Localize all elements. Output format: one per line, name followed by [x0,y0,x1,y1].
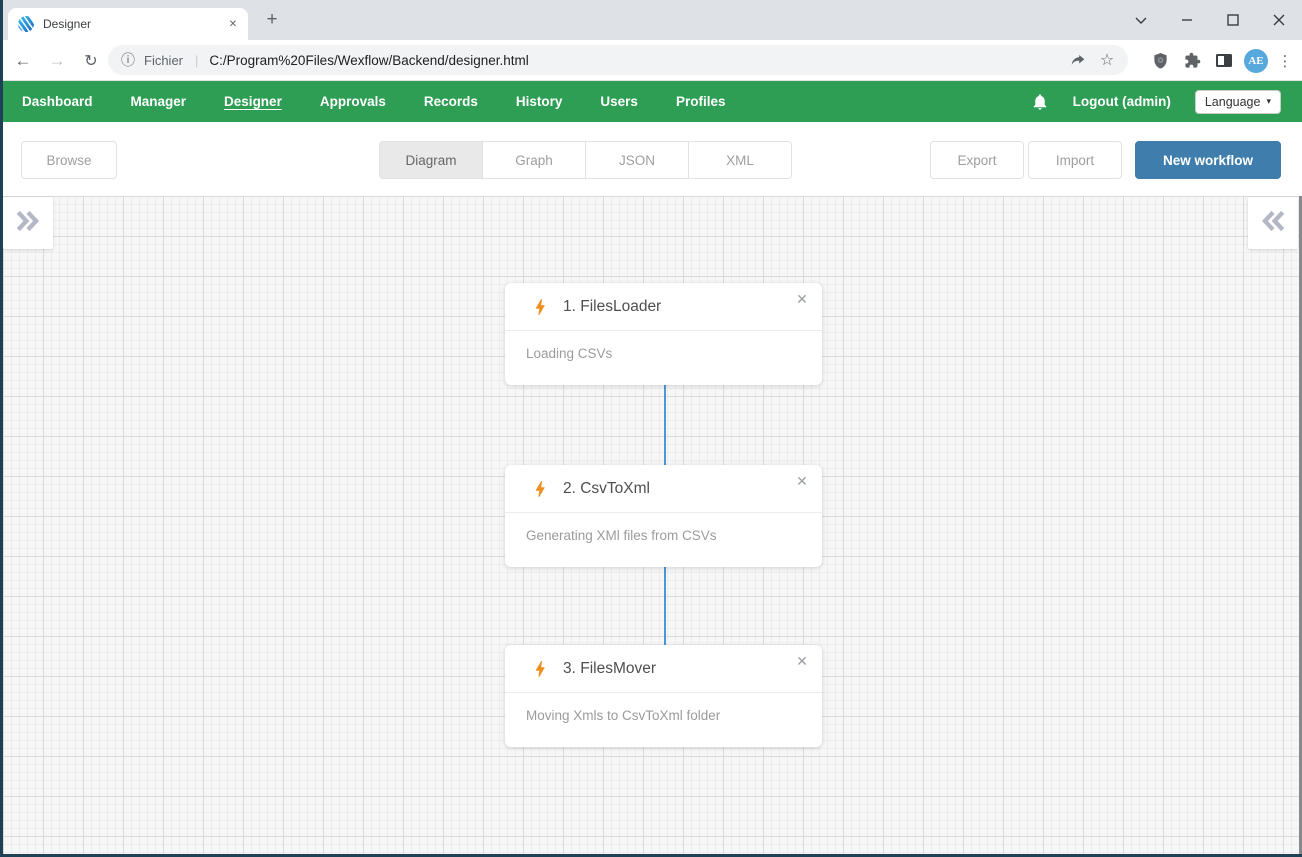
nav-item-profiles[interactable]: Profiles [676,94,726,109]
node-description: Generating XMl files from CSVs [505,513,822,543]
window-maximize-button[interactable] [1210,0,1256,40]
import-button[interactable]: Import [1028,141,1122,179]
node-description: Moving Xmls to CsvToXml folder [505,693,822,723]
workflow-node-filesloader[interactable]: 1. FilesLoader ✕ Loading CSVs [505,283,822,385]
node-header: 2. CsvToXml [505,465,822,513]
caret-down-icon: ▾ [1266,96,1271,107]
node-description: Loading CSVs [505,331,822,361]
browser-right-icons: AE ⋮ [1144,40,1298,81]
adblock-shield-icon[interactable] [1144,45,1176,77]
browse-button[interactable]: Browse [21,141,117,179]
browser-address-bar: ← → ↻ ⓘ Fichier | C:/Program%20Files/Wex… [0,40,1302,81]
nav-item-manager[interactable]: Manager [131,94,187,109]
url-divider: | [195,53,198,68]
notifications-bell-icon[interactable] [1031,93,1049,111]
bookmark-star-icon[interactable]: ☆ [1092,50,1122,70]
omnibox[interactable]: ⓘ Fichier | C:/Program%20Files/Wexflow/B… [108,45,1128,75]
tab-title: Designer [43,17,224,31]
window-controls [1118,0,1302,40]
nav-item-users[interactable]: Users [600,94,638,109]
export-button[interactable]: Export [930,141,1024,179]
window-close-button[interactable] [1256,0,1302,40]
forward-icon: → [40,40,74,81]
extensions-puzzle-icon[interactable] [1176,45,1208,77]
url-text[interactable]: C:/Program%20Files/Wexflow/Backend/desig… [209,53,1062,68]
new-workflow-button[interactable]: New workflow [1135,141,1281,179]
workflow-node-filesmover[interactable]: 3. FilesMover ✕ Moving Xmls to CsvToXml … [505,645,822,747]
url-scheme-label: Fichier [144,53,183,68]
node-close-icon[interactable]: ✕ [793,652,811,670]
designer-toolbar: Browse Diagram Graph JSON XML Export Imp… [0,122,1302,196]
node-header: 3. FilesMover [505,645,822,693]
tab-xml[interactable]: XML [688,141,792,179]
profile-avatar[interactable]: AE [1244,49,1268,73]
browser-menu-icon[interactable]: ⋮ [1272,52,1298,70]
back-icon[interactable]: ← [6,40,40,81]
node-title: 2. CsvToXml [563,480,650,498]
nav-item-records[interactable]: Records [424,94,478,109]
browser-tab[interactable]: Designer ✕ [8,8,248,40]
tab-graph[interactable]: Graph [482,141,586,179]
nav-item-designer[interactable]: Designer [224,94,282,109]
workflow-node-csvtoxml[interactable]: 2. CsvToXml ✕ Generating XMl files from … [505,465,822,567]
task-bolt-icon [530,297,550,317]
node-close-icon[interactable]: ✕ [793,290,811,308]
reload-icon[interactable]: ↻ [74,40,108,81]
node-header: 1. FilesLoader [505,283,822,331]
share-icon[interactable] [1062,52,1092,69]
page-info-icon[interactable]: ⓘ [121,50,135,70]
wexflow-favicon-icon [18,16,34,32]
new-tab-button[interactable]: + [258,6,286,34]
tab-close-icon[interactable]: ✕ [224,15,242,33]
task-bolt-icon [530,659,550,679]
node-connector [664,385,666,465]
window-minimize-button[interactable] [1164,0,1210,40]
side-panel-icon[interactable] [1208,45,1240,77]
node-connector [664,562,666,645]
double-chevron-left-icon [1259,208,1287,239]
window-left-edge [0,0,3,857]
expand-right-panel-button[interactable] [1248,197,1298,249]
browser-titlebar: Designer ✕ + [0,0,1302,40]
nav-item-approvals[interactable]: Approvals [320,94,386,109]
nav-item-dashboard[interactable]: Dashboard [22,94,93,109]
double-chevron-right-icon [14,208,42,239]
tab-json[interactable]: JSON [585,141,689,179]
task-bolt-icon [530,479,550,499]
node-title: 1. FilesLoader [563,298,661,316]
node-close-icon[interactable]: ✕ [793,472,811,490]
language-label: Language [1205,95,1261,109]
tab-diagram[interactable]: Diagram [379,141,483,179]
expand-left-panel-button[interactable] [3,197,53,249]
node-title: 3. FilesMover [563,660,656,678]
language-dropdown[interactable]: Language ▾ [1195,90,1281,114]
view-tabs: Diagram Graph JSON XML [379,141,792,179]
logout-button[interactable]: Logout (admin) [1073,94,1171,109]
workflow-canvas[interactable]: 1. FilesLoader ✕ Loading CSVs 2. CsvToXm… [3,196,1299,854]
window-chevron-down-icon[interactable] [1118,0,1164,40]
nav-item-history[interactable]: History [516,94,563,109]
app-navbar: Dashboard Manager Designer Approvals Rec… [0,81,1302,122]
